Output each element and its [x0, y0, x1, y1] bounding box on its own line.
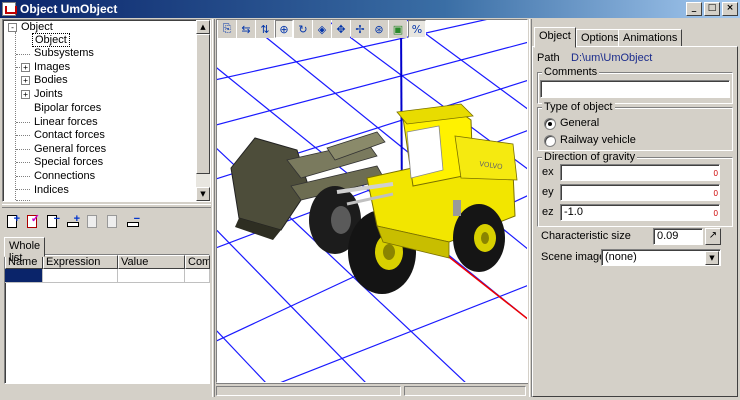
- zoom-icon[interactable]: ⊛: [370, 20, 388, 38]
- tab-object[interactable]: Object: [534, 27, 576, 48]
- scene-canvas: VOLVO: [217, 20, 527, 382]
- scene-viewport[interactable]: VOLVO: [216, 19, 528, 383]
- tab-options[interactable]: Options: [576, 29, 624, 47]
- expand-images-expander[interactable]: +: [21, 63, 30, 72]
- ez-label: ez: [542, 206, 554, 218]
- scene-image-label: Scene image: [541, 251, 606, 263]
- app-icon: [2, 2, 17, 16]
- ey-label: ey: [542, 186, 554, 198]
- object-tab-content: Path D:\um\UmObject Comments Type of obj…: [532, 46, 738, 397]
- expand-bodies-expander[interactable]: +: [21, 76, 30, 85]
- ex-label: ex: [542, 166, 554, 178]
- comments-group: Comments: [537, 66, 733, 104]
- grid-cell[interactable]: [118, 269, 185, 283]
- type-of-object-group: Type of object General Railway vehicle: [537, 101, 733, 151]
- vertical-splitter[interactable]: [212, 19, 215, 397]
- variables-grid[interactable]: Name Expression Value Comm: [4, 254, 210, 384]
- object-tree[interactable]: - Object Object Subsystems + Images + Bo…: [2, 19, 211, 202]
- tree-item-connections[interactable]: Connections: [32, 170, 97, 183]
- tab-animations[interactable]: Animations: [618, 29, 683, 47]
- move-icon[interactable]: ✢: [351, 20, 369, 38]
- view-toolbar: ⎘ ⇆ ⇅ ⊕ ↻ ◈ ✥ ✢ ⊛ ▣ %: [218, 20, 426, 40]
- path-label: Path: [537, 52, 560, 64]
- tree-item-object[interactable]: Object: [32, 33, 70, 47]
- characteristic-size-input[interactable]: 0.09: [653, 228, 703, 245]
- grid-cell[interactable]: [43, 269, 118, 283]
- tree-item-contact-forces[interactable]: Contact forces: [32, 129, 107, 142]
- calculate-size-icon[interactable]: ↗: [705, 228, 721, 245]
- scroll-up-icon[interactable]: ▲: [196, 20, 210, 34]
- tree-item-subsystems[interactable]: Subsystems: [32, 47, 96, 60]
- tree-item-general-forces[interactable]: General forces: [32, 143, 108, 156]
- chevron-down-icon[interactable]: ▼: [705, 251, 719, 265]
- direction-of-gravity-label: Direction of gravity: [542, 151, 638, 163]
- tree-item-linear-forces[interactable]: Linear forces: [32, 116, 100, 129]
- tree-scrollbar[interactable]: ▲ ▼: [196, 20, 210, 201]
- scroll-thumb[interactable]: [196, 34, 210, 174]
- title-bar: Object UmObject _ □ ×: [0, 0, 740, 18]
- copy-icon[interactable]: ⎘: [218, 20, 236, 38]
- grid-cell[interactable]: [185, 269, 210, 283]
- box-icon[interactable]: ▣: [389, 20, 407, 38]
- add-pink-page-icon[interactable]: ✓: [24, 214, 40, 230]
- tree-item-images[interactable]: Images: [32, 61, 72, 74]
- scroll-down-icon[interactable]: ▼: [196, 187, 210, 201]
- rotate-axes-icon[interactable]: ⇆: [237, 20, 255, 38]
- flip-icon[interactable]: ⇅: [256, 20, 274, 38]
- properties-panel: Object Options Animations Path D:\um\UmO…: [532, 19, 738, 397]
- ey-input[interactable]: 0: [560, 184, 720, 201]
- window-title: Object UmObject: [20, 2, 118, 16]
- expand-joints-expander[interactable]: +: [21, 90, 30, 99]
- tree-item-indices[interactable]: Indices: [32, 184, 71, 197]
- viewport-status-bar: [216, 383, 528, 397]
- edit-disabled-icon: [84, 214, 100, 230]
- add-row-icon[interactable]: +: [64, 214, 80, 230]
- maximize-button[interactable]: □: [704, 2, 720, 16]
- list-toolbar: + ✓ − + −: [4, 214, 140, 230]
- rotate-icon[interactable]: ↻: [294, 20, 312, 38]
- tree-item-special-forces[interactable]: Special forces: [32, 156, 105, 169]
- scene-image-select[interactable]: (none) ▼: [601, 249, 721, 266]
- ez-input[interactable]: -1.0 0: [560, 204, 720, 221]
- direction-of-gravity-group: Direction of gravity ex 0 ey 0 ez -1.0 0: [537, 151, 733, 227]
- collapse-object-expander[interactable]: -: [8, 23, 17, 32]
- general-label: General: [560, 117, 600, 129]
- delete-page-icon[interactable]: −: [44, 214, 60, 230]
- radio-general[interactable]: [544, 118, 556, 130]
- radio-railway-vehicle[interactable]: [544, 135, 556, 147]
- col-header-comment[interactable]: Comm: [185, 255, 210, 269]
- railway-vehicle-label: Railway vehicle: [560, 134, 636, 146]
- orbit-icon[interactable]: ◈: [313, 20, 331, 38]
- comments-input[interactable]: [540, 80, 730, 98]
- remove-row-icon[interactable]: −: [124, 214, 140, 230]
- grid-cell-selected[interactable]: [5, 269, 43, 283]
- status-pane: [404, 386, 526, 396]
- path-value: D:\um\UmObject: [571, 52, 653, 64]
- col-header-value[interactable]: Value: [118, 255, 185, 269]
- pan-icon[interactable]: ✥: [332, 20, 350, 38]
- tree-item-joints[interactable]: Joints: [32, 88, 65, 101]
- ex-input[interactable]: 0: [560, 164, 720, 181]
- col-header-expression[interactable]: Expression: [43, 255, 118, 269]
- type-of-object-label: Type of object: [542, 101, 615, 113]
- tree-item-bodies[interactable]: Bodies: [32, 74, 70, 87]
- percent-icon[interactable]: %: [408, 20, 426, 38]
- minimize-button[interactable]: _: [686, 2, 702, 16]
- tree-item-bipolar-forces[interactable]: Bipolar forces: [32, 102, 103, 115]
- comments-label: Comments: [542, 66, 600, 78]
- horizontal-splitter[interactable]: [2, 204, 211, 208]
- characteristic-size-label: Characteristic size: [541, 230, 631, 242]
- close-button[interactable]: ×: [722, 2, 738, 16]
- tab-whole-list[interactable]: Whole list: [4, 237, 46, 264]
- copy-disabled-icon: [104, 214, 120, 230]
- add-page-icon[interactable]: +: [4, 214, 20, 230]
- status-pane: [216, 386, 401, 396]
- center-icon[interactable]: ⊕: [275, 20, 293, 38]
